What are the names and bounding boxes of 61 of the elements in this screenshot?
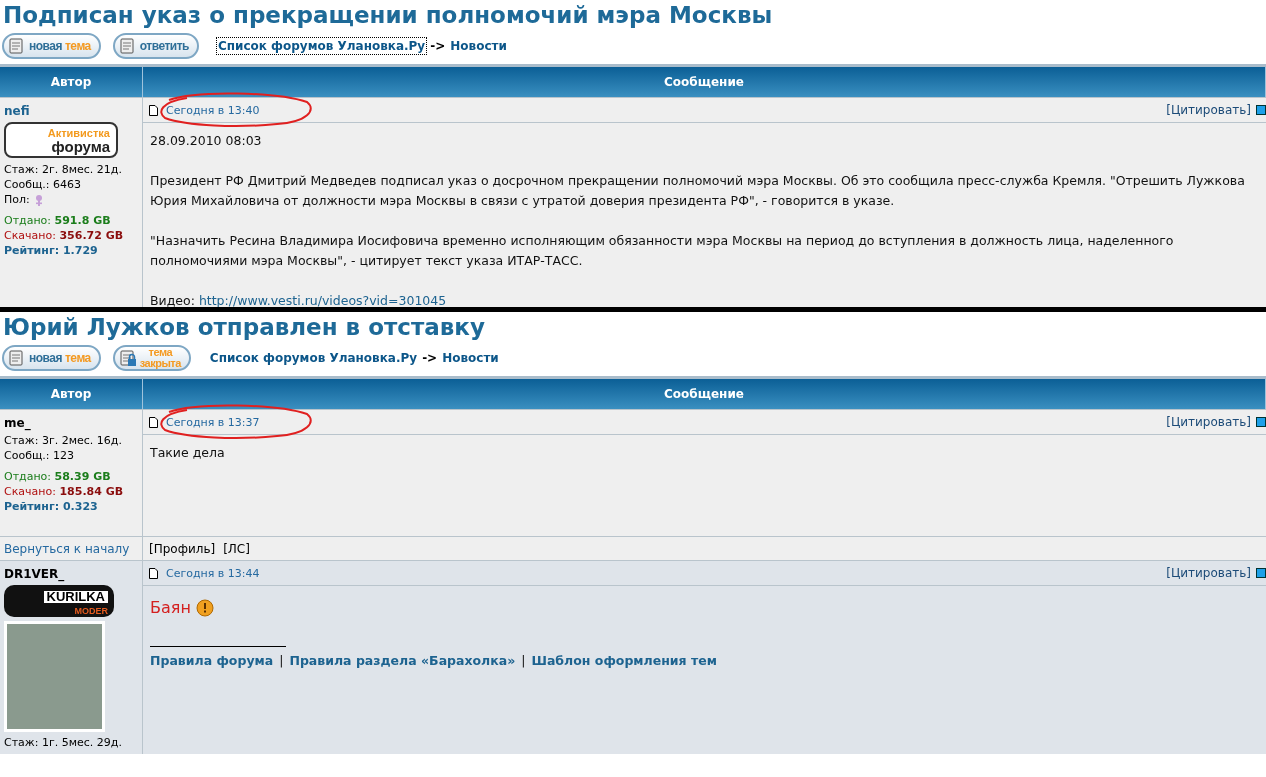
notepad-icon (118, 37, 137, 55)
female-icon (34, 193, 43, 206)
square-icon (1256, 568, 1266, 578)
message-paragraph: Видео: http://www.vesti.ru/videos?vid=301045 (150, 292, 448, 307)
uploaded-stat: Отдано: 591.8 GB (4, 213, 112, 228)
profile-link[interactable]: [Профиль] (149, 541, 216, 556)
quote-link[interactable]: [Цитировать] (1166, 103, 1266, 117)
document-icon (149, 416, 158, 428)
post-date-link[interactable]: Сегодня в 13:44 (166, 566, 260, 580)
notepad-lock-icon (118, 349, 137, 367)
link-separator: | (279, 652, 284, 670)
signature-link[interactable]: Правила раздела «Барахолка» (289, 651, 516, 671)
topic-title: Юрий Лужков отправлен в отставку (2, 313, 486, 341)
reply-button[interactable]: ответить (112, 33, 199, 59)
breadcrumb-separator: -> (430, 39, 446, 53)
square-icon (1256, 417, 1266, 427)
video-link[interactable]: http://www.vesti.ru/videos?vid=301045 (198, 293, 447, 307)
new-topic-button[interactable]: новая тема (2, 33, 101, 59)
message-text: Баян (150, 598, 191, 618)
post-date-link[interactable]: Сегодня в 13:40 (166, 103, 260, 117)
topic-title: Подписан указ о прекращении полномочий мэра Москвы (2, 1, 774, 29)
post-date-link[interactable]: Сегодня в 13:37 (166, 415, 260, 429)
rank-badge: Активистка форума (4, 122, 118, 158)
forum-list-link[interactable]: Список форумов Улановка.Ру (208, 350, 419, 366)
uploaded-stat: Отдано: 58.39 GB (4, 469, 112, 484)
back-to-top-link[interactable]: Вернуться к началу (4, 541, 130, 556)
author-name[interactable]: DR1VER_ (4, 567, 138, 582)
rating-stat: Рейтинг: 1.729 (4, 243, 99, 258)
author-name[interactable]: nefi (4, 104, 138, 119)
forum-list-link[interactable]: Список форумов Улановка.Ру (216, 38, 427, 54)
square-icon (1256, 105, 1266, 115)
profile-link[interactable]: [ЛС] (223, 541, 250, 556)
notepad-icon (8, 37, 26, 55)
author-stat: Стаж: 2г. 8мес. 21д. (4, 162, 123, 177)
document-icon (149, 104, 158, 116)
message-paragraph: 28.09.2010 08:03 (150, 132, 263, 150)
signature-link[interactable]: Правила форума (150, 651, 274, 671)
new-topic-button[interactable]: новая тема (2, 345, 101, 371)
section-link[interactable]: Новости (449, 38, 508, 54)
author-stat: Сообщ.: 6463 (4, 177, 82, 192)
message-paragraph: Такие дела (150, 444, 226, 462)
notepad-icon (8, 349, 26, 367)
rating-stat: Рейтинг: 0.323 (4, 499, 99, 514)
warning-icon (195, 599, 214, 617)
signature-link[interactable]: Шаблон оформления тем (531, 651, 717, 671)
link-separator: | (521, 652, 526, 670)
downloaded-stat: Скачано: 356.72 GB (4, 228, 125, 243)
author-stat: Стаж: 3г. 2мес. 16д. (4, 433, 123, 448)
author-name[interactable]: me_ (4, 416, 138, 431)
quote-link[interactable]: [Цитировать] (1166, 415, 1266, 429)
rank-badge: KURILKA MODER (4, 585, 114, 617)
gender-label: Пол: (4, 192, 30, 207)
message-paragraph: Президент РФ Дмитрий Медведев подписал указ о досрочном прекращении полномочий мэра Москвы. Об это сообщила пресс-служба Кремля. "Отрешить Лужкова Юрия Михайловича от должности мэра Москвы в связи с утратой доверия президента РФ", - говорится в указе. (150, 172, 1246, 210)
author-stat: Сообщ.: 123 (4, 448, 75, 463)
document-icon (149, 567, 158, 579)
section-link[interactable]: Новости (441, 350, 500, 366)
downloaded-stat: Скачано: 185.84 GB (4, 484, 125, 499)
message-paragraph: "Назначить Ресина Владимира Иосифовича временно исполняющим обязанности мэра Москвы на период до вступления в должность лица, наделенного полномочиями мэра Москвы", - цитирует текст указа ИТАР-ТАСС. (150, 232, 1175, 270)
quote-link[interactable]: [Цитировать] (1166, 566, 1266, 580)
breadcrumb-separator: -> (422, 351, 438, 365)
author-stat: Стаж: 1г. 5мес. 29д. (4, 735, 123, 750)
